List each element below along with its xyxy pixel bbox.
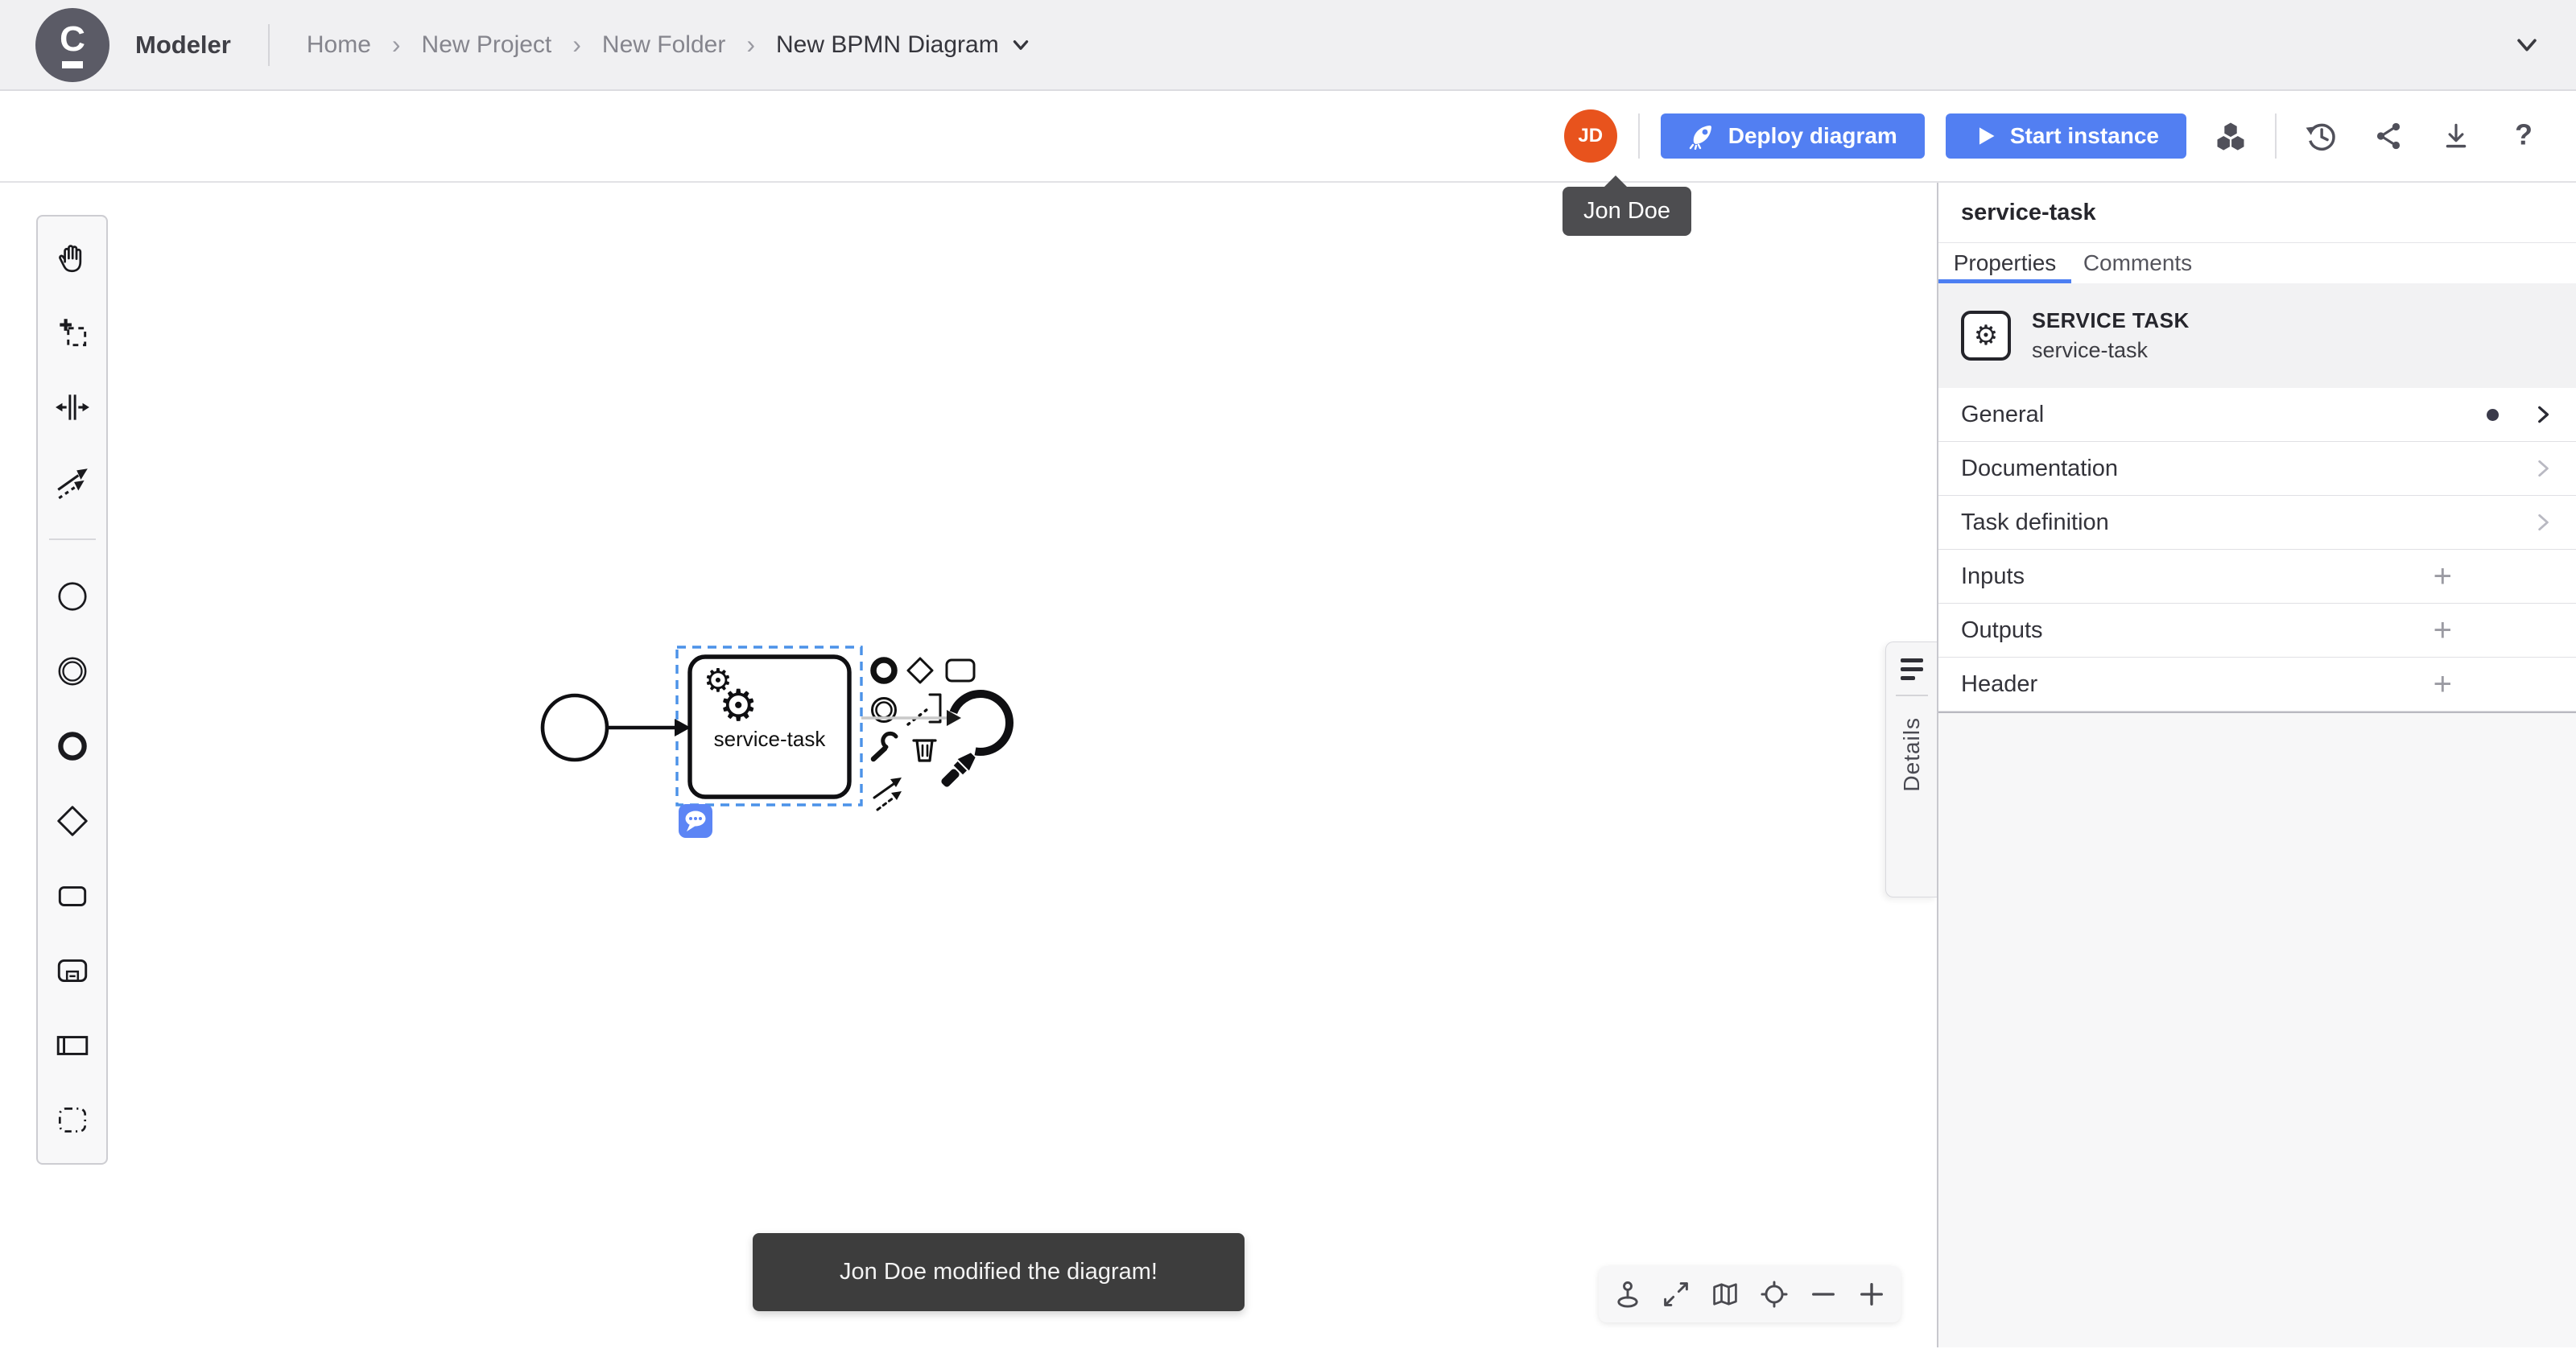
element-header: ⚙ SERVICE TASK service-task	[1938, 283, 2576, 388]
divider	[2275, 113, 2277, 159]
diagram-canvas[interactable]: ⚙ ⚙ service-task	[0, 183, 1937, 1347]
palette-divider	[49, 538, 96, 540]
element-name-label: service-task	[2032, 338, 2190, 363]
toast-notification: Jon Doe modified the diagram!	[753, 1233, 1245, 1311]
panel-title: service-task	[1938, 183, 2576, 243]
service-task-label: service-task	[714, 727, 827, 751]
section-header[interactable]: Header +	[1938, 658, 2576, 712]
connect-tool-icon[interactable]	[874, 778, 902, 810]
breadcrumb: Home › New Project › New Folder › New BP…	[307, 30, 1031, 60]
details-tab-label: Details	[1899, 717, 1925, 792]
minimap-icon[interactable]	[1705, 1274, 1745, 1314]
camunda-logo[interactable]: C	[35, 8, 109, 82]
chevron-right-icon	[2533, 512, 2553, 533]
share-icon[interactable]	[2365, 113, 2412, 159]
curved-arrow-annotation	[952, 694, 1009, 752]
breadcrumb-home[interactable]: Home	[307, 31, 371, 59]
breadcrumb-diagram[interactable]: New BPMN Diagram	[776, 31, 1031, 59]
append-task-icon[interactable]	[947, 660, 974, 681]
collapse-header-chevron-icon[interactable]	[2513, 31, 2541, 59]
avatar-tooltip: Jon Doe	[1563, 187, 1691, 236]
tab-properties[interactable]: Properties	[1938, 243, 2071, 283]
create-group[interactable]	[54, 1102, 91, 1139]
create-task[interactable]	[54, 877, 91, 914]
panel-tabs: Properties Comments	[1938, 243, 2576, 283]
change-type-wrench-icon[interactable]	[873, 733, 896, 759]
service-task-icon: ⚙	[1961, 311, 2011, 361]
filled-dot-indicator	[2487, 409, 2499, 421]
create-end-event[interactable]	[54, 728, 91, 765]
delete-trash-icon[interactable]	[914, 741, 935, 761]
service-task-shape[interactable]: ⚙ ⚙ service-task	[690, 657, 849, 797]
sequence-flow[interactable]	[608, 719, 691, 736]
reset-origin-icon[interactable]	[1608, 1274, 1648, 1314]
section-documentation[interactable]: Documentation	[1938, 442, 2576, 496]
chevron-right-icon	[2533, 458, 2553, 479]
append-text-annotation-icon[interactable]	[908, 695, 940, 724]
section-inputs[interactable]: Inputs +	[1938, 550, 2576, 604]
breadcrumb-separator: ›	[746, 30, 755, 60]
breadcrumb-folder[interactable]: New Folder	[602, 31, 725, 59]
help-icon[interactable]: ?	[2500, 113, 2547, 159]
elements-cluster-icon[interactable]	[2207, 113, 2254, 159]
element-palette	[36, 215, 108, 1165]
append-gateway-icon[interactable]	[908, 658, 932, 683]
panel-empty-area	[1938, 712, 2576, 1347]
zoom-out-icon[interactable]	[1803, 1274, 1843, 1314]
deploy-diagram-button[interactable]: Deploy diagram	[1661, 113, 1925, 159]
create-subprocess[interactable]	[54, 952, 91, 989]
append-end-event-icon[interactable]	[873, 660, 894, 681]
history-icon[interactable]	[2297, 113, 2344, 159]
chevron-down-icon	[1010, 35, 1031, 56]
create-participant[interactable]	[54, 1027, 91, 1064]
app-title: Modeler	[135, 31, 231, 60]
brush-cursor-icon	[938, 749, 979, 790]
chevron-right-icon	[2533, 404, 2553, 425]
create-start-event[interactable]	[54, 578, 91, 615]
details-panel-tab[interactable]: Details	[1885, 641, 1937, 897]
lasso-tool[interactable]	[54, 314, 91, 351]
create-gateway[interactable]	[54, 802, 91, 840]
breadcrumb-separator: ›	[392, 30, 401, 60]
breadcrumb-separator: ›	[572, 30, 581, 60]
hand-tool[interactable]	[54, 239, 91, 276]
bpmn-diagram: ⚙ ⚙ service-task	[0, 183, 1937, 1347]
center-selection-icon[interactable]	[1754, 1274, 1794, 1314]
service-task-gears-icon: ⚙	[719, 680, 758, 731]
fit-viewport-icon[interactable]	[1656, 1274, 1696, 1314]
download-icon[interactable]	[2433, 113, 2479, 159]
list-icon	[1901, 658, 1923, 680]
rocket-icon	[1688, 122, 1715, 150]
start-event[interactable]	[543, 695, 607, 760]
breadcrumb-project[interactable]: New Project	[422, 31, 552, 59]
top-navigation-bar: C Modeler Home › New Project › New Folde…	[0, 0, 2576, 91]
section-outputs[interactable]: Outputs +	[1938, 604, 2576, 658]
divider	[1638, 113, 1640, 159]
section-general[interactable]: General	[1938, 388, 2576, 442]
start-instance-button[interactable]: Start instance	[1946, 113, 2186, 159]
zoom-in-icon[interactable]	[1852, 1274, 1892, 1314]
play-icon	[1973, 124, 1997, 148]
space-tool[interactable]	[54, 389, 91, 426]
action-toolbar: JD Deploy diagram Start instance	[0, 91, 2576, 183]
canvas-nav-controls	[1599, 1266, 1901, 1322]
global-connect-tool[interactable]	[54, 464, 91, 501]
create-intermediate-event[interactable]	[54, 653, 91, 690]
divider	[268, 24, 270, 66]
section-task-definition[interactable]: Task definition	[1938, 496, 2576, 550]
element-type-label: SERVICE TASK	[2032, 308, 2190, 333]
tab-comments[interactable]: Comments	[2071, 243, 2204, 283]
avatar[interactable]: JD	[1564, 109, 1617, 163]
properties-panel: service-task Properties Comments ⚙ SERVI…	[1937, 183, 2576, 1347]
comment-bubble-icon[interactable]	[679, 804, 712, 838]
svg-text:?: ?	[2515, 119, 2533, 151]
